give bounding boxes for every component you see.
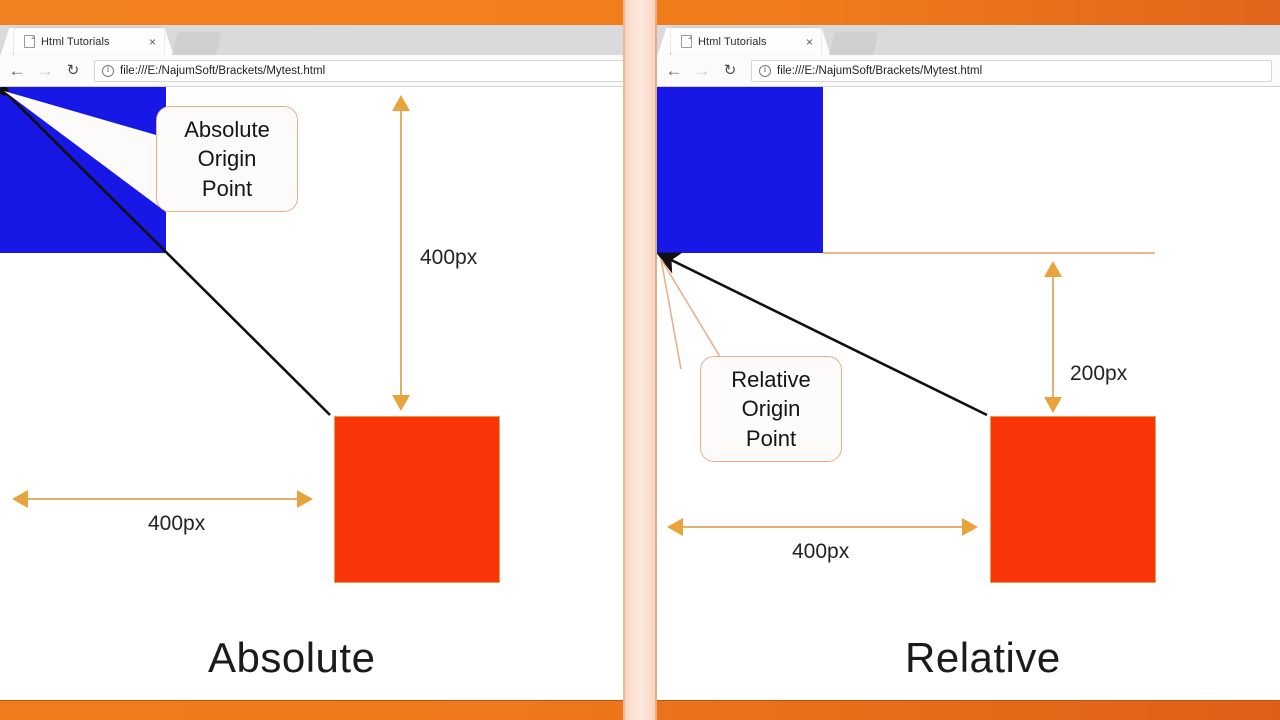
browser-window-absolute: Html Tutorials × ← → ↻ file:///E:/NajumS… xyxy=(0,25,640,700)
red-box-relative xyxy=(990,416,1156,583)
tab-title: Html Tutorials xyxy=(41,35,110,48)
close-icon[interactable]: × xyxy=(147,36,158,48)
page-icon xyxy=(24,35,35,48)
callout-absolute-origin: Absolute Origin Point xyxy=(156,106,298,212)
caption-relative: Relative xyxy=(905,634,1061,681)
red-box-absolute xyxy=(334,416,500,583)
callout-line-2: Origin xyxy=(741,396,801,422)
tab-strip-absolute: Html Tutorials × xyxy=(0,25,640,55)
callout-line-3: Point xyxy=(201,175,253,201)
info-icon[interactable] xyxy=(102,64,114,77)
slide-stage: Html Tutorials × ← → ↻ file:///E:/NajumS… xyxy=(0,0,1280,720)
new-tab-button[interactable] xyxy=(829,32,879,55)
browser-tab-relative[interactable]: Html Tutorials × xyxy=(671,28,821,55)
callout-line-1: Relative xyxy=(731,367,811,393)
new-tab-button[interactable] xyxy=(172,32,222,55)
blue-box-absolute xyxy=(0,87,166,253)
blue-box-relative xyxy=(657,87,823,253)
back-arrow-icon[interactable]: ← xyxy=(665,62,683,79)
center-divider-band xyxy=(623,0,657,720)
vertical-measure-label-absolute: 400px xyxy=(420,246,478,269)
horizontal-measure-label-absolute: 400px xyxy=(148,512,206,535)
forward-arrow-icon[interactable]: → xyxy=(693,62,711,79)
divider-left-edge xyxy=(623,0,625,720)
horizontal-measure-label-relative: 400px xyxy=(792,540,850,563)
address-bar-relative: ← → ↻ file:///E:/NajumSoft/Brackets/Myte… xyxy=(657,55,1280,87)
page-viewport-absolute: 400px 400px xyxy=(0,87,640,699)
page-icon xyxy=(681,35,692,48)
browser-tab-absolute[interactable]: Html Tutorials × xyxy=(14,28,164,55)
callout-line-2: Origin xyxy=(197,146,257,172)
divider-right-edge xyxy=(655,0,657,720)
reload-icon[interactable]: ↻ xyxy=(721,63,739,78)
url-input-absolute[interactable]: file:///E:/NajumSoft/Brackets/Mytest.htm… xyxy=(94,59,632,82)
url-text: file:///E:/NajumSoft/Brackets/Mytest.htm… xyxy=(777,64,983,77)
tab-strip-relative: Html Tutorials × xyxy=(657,25,1280,55)
callout-line-1: Absolute xyxy=(184,117,270,143)
reload-icon[interactable]: ↻ xyxy=(64,63,82,78)
forward-arrow-icon[interactable]: → xyxy=(36,62,54,79)
url-input-relative[interactable]: file:///E:/NajumSoft/Brackets/Mytest.htm… xyxy=(751,59,1272,82)
tab-title: Html Tutorials xyxy=(698,35,767,48)
callout-relative-origin: Relative Origin Point xyxy=(700,356,842,462)
back-arrow-icon[interactable]: ← xyxy=(8,62,26,79)
address-bar-absolute: ← → ↻ file:///E:/NajumSoft/Brackets/Myte… xyxy=(0,55,640,87)
callout-line-3: Point xyxy=(745,425,797,451)
close-icon[interactable]: × xyxy=(804,36,815,48)
url-text: file:///E:/NajumSoft/Brackets/Mytest.htm… xyxy=(120,64,326,77)
callout-pointer-relative xyxy=(660,258,726,370)
vertical-measure-label-relative: 200px xyxy=(1070,362,1128,385)
caption-absolute: Absolute xyxy=(208,634,376,681)
info-icon[interactable] xyxy=(759,64,771,77)
